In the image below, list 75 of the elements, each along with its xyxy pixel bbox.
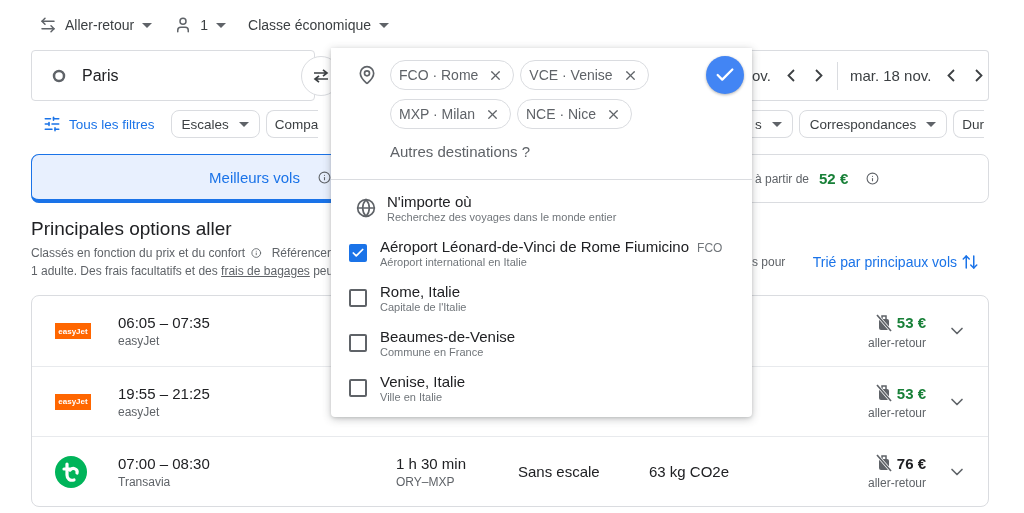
suggestion-item[interactable]: Beaumes-de-Venise Commune en France — [331, 320, 752, 365]
cabin-class-dropdown[interactable]: Classe économique — [248, 17, 389, 33]
origin-value: Paris — [82, 66, 119, 85]
fees-note: Référencer — [271, 245, 331, 262]
filter-chip[interactable]: Dur — [953, 110, 985, 138]
no-luggage-icon — [873, 453, 894, 473]
suggestion-item[interactable]: Rome, Italie Capitale de l'Italie — [331, 275, 752, 320]
caret-icon — [379, 22, 389, 28]
chevron-right-icon — [975, 69, 984, 82]
flight-times: 06:05 – 07:35 — [118, 314, 210, 331]
no-luggage-icon — [873, 312, 894, 333]
airline-logo: easyJet — [55, 393, 91, 410]
caret-icon — [771, 121, 782, 127]
chevron-left-icon — [786, 69, 795, 82]
price-note: aller-retour — [867, 335, 926, 350]
previous-button[interactable] — [947, 69, 956, 82]
sort-link[interactable]: Trié par principaux vols — [812, 253, 979, 271]
swap-icon — [313, 68, 329, 83]
origin-field[interactable]: Paris — [31, 50, 315, 101]
airline-name: easyJet — [118, 334, 160, 348]
location-pin-icon — [357, 65, 377, 85]
fees-note: s pour — [752, 255, 786, 269]
no-luggage-icon — [873, 383, 894, 403]
stops: Sans escale — [518, 463, 600, 480]
price-note: aller-retour — [867, 406, 926, 420]
info-icon — [866, 172, 880, 185]
filter-chip[interactable]: Compa — [265, 110, 319, 138]
previous-button[interactable] — [786, 69, 795, 82]
filter-chip[interactable]: Escales — [170, 110, 260, 138]
departure-date: ov. — [752, 67, 771, 84]
suggestion-item[interactable]: Venise, Italie Ville en Italie — [331, 365, 752, 410]
next-button[interactable] — [814, 69, 823, 82]
filter-chip[interactable]: s — [752, 110, 793, 138]
airline-logo: easyJet — [55, 323, 91, 339]
caret-icon — [142, 22, 153, 28]
checkbox[interactable] — [349, 288, 367, 307]
checkbox[interactable] — [349, 378, 367, 397]
next-button[interactable] — [975, 69, 984, 82]
globe-icon — [356, 197, 376, 218]
price: 52 € — [819, 170, 849, 187]
caret-icon — [926, 121, 937, 127]
sort-icon — [961, 253, 979, 271]
caret-icon — [238, 121, 249, 127]
suggestion-item[interactable]: Aéroport Léonard-de-Vinci de Rome Fiumicino FCO Aéroport international en Italie — [331, 230, 752, 275]
info-icon — [251, 246, 262, 260]
flight-price: 53 € — [896, 314, 926, 331]
checkbox[interactable] — [349, 333, 367, 352]
flight-price: 76 € — [896, 454, 926, 472]
flight-duration: 1 h 30 min — [396, 454, 467, 472]
chevron-right-icon — [814, 69, 823, 82]
return-date: mar. 18 nov. — [849, 67, 932, 84]
done-button[interactable] — [706, 56, 744, 94]
trip-type-dropdown[interactable]: Aller-retour — [39, 16, 153, 34]
caret-icon — [216, 22, 227, 28]
section-title: Principales options aller — [31, 217, 232, 241]
filters-icon — [43, 115, 61, 133]
flight-route: ORY–MXP — [396, 474, 455, 489]
baggage-fees-link[interactable]: frais de bagages — [221, 264, 310, 278]
airline-name: easyJet — [118, 404, 160, 419]
flight-times: 19:55 – 21:25 — [118, 384, 210, 402]
filter-chip[interactable]: Correspondances — [798, 110, 948, 138]
info-icon — [317, 170, 331, 184]
airline-name: Transavia — [118, 474, 171, 489]
flight-times: 07:00 – 08:30 — [118, 454, 210, 472]
checkbox[interactable] — [349, 243, 367, 262]
swap-arrows-icon — [39, 16, 57, 34]
price-prefix: à partir de — [755, 171, 810, 186]
emissions: 63 kg CO2e — [649, 463, 730, 480]
all-filters-link[interactable]: Tous les filtres — [31, 115, 155, 133]
passengers-dropdown[interactable]: 1 — [174, 16, 227, 34]
ranking-note: Classés en fonction du prix et du confort — [31, 245, 246, 262]
price-note: aller-retour — [867, 476, 926, 490]
flight-price: 53 € — [896, 384, 926, 402]
chevron-left-icon — [947, 69, 956, 82]
circle-icon — [52, 68, 66, 83]
